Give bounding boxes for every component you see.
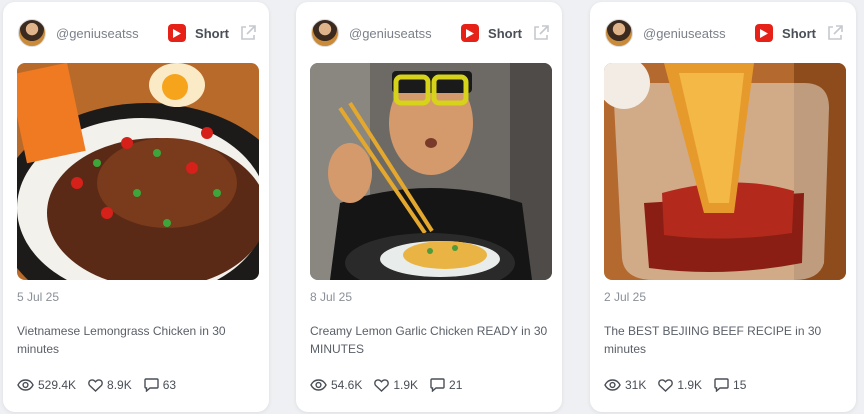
youtube-icon — [168, 24, 187, 42]
comments-count: 63 — [162, 378, 177, 392]
heart-icon — [88, 378, 103, 392]
comments-stat: 15 — [714, 378, 746, 392]
video-thumbnail[interactable] — [310, 63, 552, 280]
likes-stat: 8.9K — [88, 378, 132, 392]
publish-date: 2 Jul 25 — [604, 290, 647, 304]
card-header: @geniuseatss Short — [605, 18, 844, 48]
engagement-stats: 54.6K 1.9K 21 — [310, 378, 474, 392]
video-card[interactable]: @geniuseatss Short 8 Jul 25 Creamy Lemon… — [296, 2, 562, 412]
likes-count: 1.9K — [393, 378, 419, 392]
video-title[interactable]: Creamy Lemon Garlic Chicken READY in 30 … — [310, 322, 548, 358]
video-type-label: Short — [195, 25, 229, 41]
views-count: 54.6K — [331, 378, 363, 392]
likes-count: 1.9K — [677, 378, 703, 392]
heart-icon — [374, 378, 390, 392]
video-card[interactable]: @geniuseatss Short 5 Jul 25 Vietnamese L… — [3, 2, 269, 412]
external-link-icon[interactable] — [532, 24, 550, 42]
views-stat: 529.4K — [17, 378, 76, 392]
publish-date: 5 Jul 25 — [17, 290, 60, 304]
video-title[interactable]: The BEST BEJIING BEEF RECIPE in 30 minut… — [604, 322, 842, 358]
comments-count: 21 — [449, 378, 463, 392]
comment-icon — [714, 378, 729, 392]
views-stat: 54.6K — [310, 378, 362, 392]
likes-count: 8.9K — [107, 378, 132, 392]
comment-icon — [144, 378, 159, 392]
comments-stat: 63 — [144, 378, 176, 392]
external-link-icon[interactable] — [826, 24, 844, 42]
publish-date: 8 Jul 25 — [310, 290, 353, 304]
eye-icon — [604, 379, 621, 391]
video-title[interactable]: Vietnamese Lemongrass Chicken in 30 minu… — [17, 322, 255, 358]
views-stat: 31K — [604, 378, 646, 392]
comment-icon — [430, 378, 445, 392]
eye-icon — [310, 379, 327, 391]
avatar — [18, 19, 46, 47]
engagement-stats: 529.4K 8.9K 63 — [17, 378, 188, 392]
likes-stat: 1.9K — [658, 378, 702, 392]
engagement-stats: 31K 1.9K 15 — [604, 378, 758, 392]
card-header: @geniuseatss Short — [311, 18, 550, 48]
external-link-icon[interactable] — [239, 24, 257, 42]
video-type-label: Short — [488, 25, 522, 41]
comments-count: 15 — [733, 378, 747, 392]
heart-icon — [658, 378, 674, 392]
card-header: @geniuseatss Short — [18, 18, 257, 48]
channel-handle[interactable]: @geniuseatss — [643, 26, 755, 41]
likes-stat: 1.9K — [374, 378, 418, 392]
video-thumbnail[interactable] — [17, 63, 259, 280]
video-card[interactable]: @geniuseatss Short 2 Jul 25 The BEST BEJ… — [590, 2, 856, 412]
comments-stat: 21 — [430, 378, 462, 392]
youtube-icon — [461, 24, 480, 42]
youtube-icon — [755, 24, 774, 42]
views-count: 529.4K — [38, 378, 77, 392]
views-count: 31K — [625, 378, 647, 392]
channel-handle[interactable]: @geniuseatss — [56, 26, 168, 41]
avatar — [311, 19, 339, 47]
video-type-label: Short — [782, 25, 816, 41]
video-thumbnail[interactable] — [604, 63, 846, 280]
eye-icon — [17, 379, 34, 391]
avatar — [605, 19, 633, 47]
channel-handle[interactable]: @geniuseatss — [349, 26, 461, 41]
